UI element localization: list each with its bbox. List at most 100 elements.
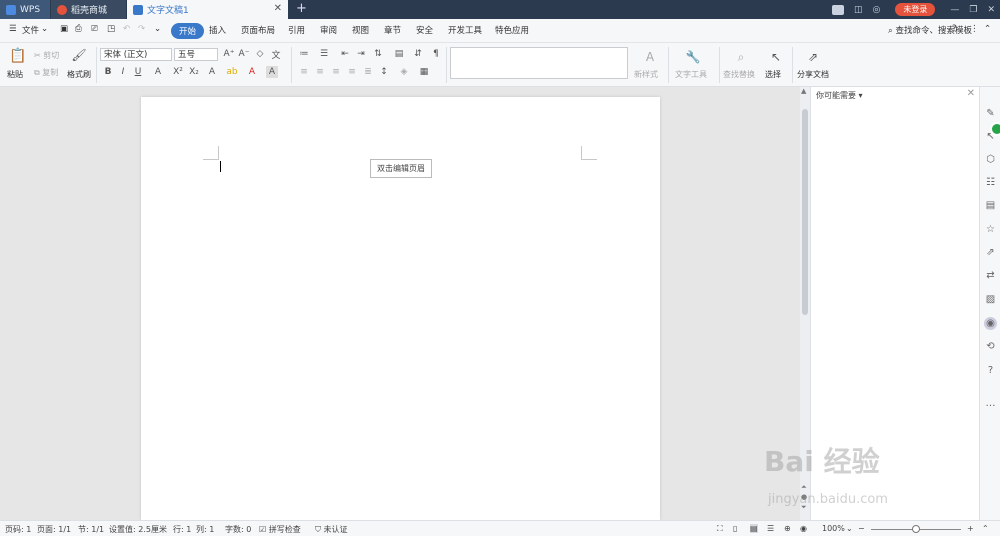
status-column[interactable]: 列: 1 <box>196 524 214 535</box>
status-section[interactable]: 节: 1/1 <box>78 524 104 535</box>
menu-insert[interactable]: 插入 <box>209 24 226 36</box>
chinese-layout-icon[interactable]: ▤ <box>393 48 405 60</box>
style-gallery[interactable] <box>450 47 628 79</box>
certification-status[interactable]: ⛉ 未认证 <box>315 524 348 535</box>
text-effect-icon[interactable]: A <box>206 66 218 78</box>
zoom-out-icon[interactable]: − <box>858 524 865 533</box>
close-pane-icon[interactable]: ✕ <box>967 88 975 99</box>
font-size-select[interactable]: 五号 <box>174 48 218 61</box>
align-right-icon[interactable]: ≡ <box>330 66 342 78</box>
close-window-icon[interactable]: ✕ <box>987 5 995 15</box>
status-setting[interactable]: 设置值: 2.5厘米 <box>109 524 167 535</box>
menu-chapter[interactable]: 章节 <box>384 24 401 36</box>
bullets-icon[interactable]: ≔ <box>298 48 310 60</box>
highlight-icon[interactable]: ab <box>226 66 238 78</box>
grow-font-icon[interactable]: A⁺ <box>223 48 235 60</box>
tab-wps-home[interactable]: WPS <box>0 0 50 19</box>
document-page[interactable]: 双击编辑页眉 <box>141 97 660 520</box>
bag-icon[interactable]: ◎ <box>873 5 881 15</box>
zoom-slider-knob[interactable] <box>912 525 920 533</box>
image-icon[interactable]: ▨ <box>984 293 997 306</box>
align-left-icon[interactable]: ≡ <box>298 66 310 78</box>
help-icon[interactable]: ? <box>952 24 957 34</box>
sort-icon[interactable]: ⇵ <box>412 48 424 60</box>
subscript-icon[interactable]: X₂ <box>188 66 200 78</box>
clear-format-icon[interactable]: ◇ <box>254 48 266 60</box>
status-word-count[interactable]: 字数: 0 <box>225 524 251 535</box>
read-mode-icon[interactable]: ▯ <box>733 524 737 533</box>
text-tools-icon[interactable]: 🔧 <box>685 49 701 65</box>
font-name-select[interactable]: 宋体 (正文) <box>100 48 172 61</box>
text-direction-icon[interactable]: ⇅ <box>372 48 384 60</box>
superscript-icon[interactable]: X² <box>172 66 184 78</box>
share-icon[interactable]: ⇗ <box>805 49 821 65</box>
char-shading-icon[interactable]: A <box>266 66 278 78</box>
minimize-icon[interactable]: — <box>950 5 959 15</box>
find-replace-button[interactable]: 查找替换 <box>723 69 755 80</box>
underline-icon[interactable]: U <box>132 66 144 78</box>
status-page-number[interactable]: 页码: 1 <box>5 524 31 535</box>
chevron-down-icon[interactable]: ⌄ <box>41 24 48 34</box>
status-expand-icon[interactable]: ⌃ <box>982 524 989 533</box>
format-painter-button[interactable]: 格式刷 <box>67 69 91 80</box>
restore-icon[interactable]: ❐ <box>969 5 977 15</box>
document-icon[interactable]: ▤ <box>984 199 997 212</box>
zoom-in-icon[interactable]: + <box>967 524 974 533</box>
menu-home[interactable]: 开始 <box>171 23 205 39</box>
web-view-icon[interactable]: ⊕ <box>784 524 791 533</box>
sync-icon[interactable]: ⇄ <box>984 269 997 282</box>
status-pages[interactable]: 页面: 1/1 <box>37 524 71 535</box>
spell-check-button[interactable]: ☑ 拼写检查 <box>259 524 301 535</box>
star-icon[interactable]: ☆ <box>984 223 997 236</box>
shrink-font-icon[interactable]: A⁻ <box>238 48 250 60</box>
copy-button[interactable]: ⧉ 复制 <box>34 67 58 78</box>
plus-badge-icon[interactable] <box>990 122 1000 136</box>
find-icon[interactable]: ⌕ <box>733 49 749 65</box>
outline-view-icon[interactable]: ☰ <box>767 524 774 533</box>
distributed-icon[interactable]: ≣ <box>362 66 374 78</box>
status-row[interactable]: 行: 1 <box>173 524 191 535</box>
phonetic-icon[interactable]: 文 <box>270 48 282 61</box>
menu-view[interactable]: 视图 <box>352 24 369 36</box>
redo-icon[interactable]: ↷ <box>138 24 145 34</box>
numbering-icon[interactable]: ☰ <box>318 48 330 60</box>
menu-references[interactable]: 引用 <box>288 24 305 36</box>
menu-file[interactable]: 文件 <box>22 24 39 36</box>
pen-icon[interactable]: ✎ <box>984 107 997 120</box>
paste-button[interactable]: 粘贴 <box>7 69 23 80</box>
eye-protect-icon[interactable]: ◉ <box>800 524 807 533</box>
more-icon[interactable]: ⋮ <box>970 24 979 34</box>
menu-special[interactable]: 特色应用 <box>495 24 529 36</box>
print-preview-icon[interactable]: ◳ <box>107 24 115 34</box>
menu-security[interactable]: 安全 <box>416 24 433 36</box>
print-icon[interactable]: ⎚ <box>91 24 98 34</box>
italic-icon[interactable]: I <box>117 66 129 78</box>
scrollbar-thumb[interactable] <box>802 109 808 315</box>
menu-page-layout[interactable]: 页面布局 <box>241 24 275 36</box>
show-marks-icon[interactable]: ¶ <box>430 48 442 60</box>
customize-icon[interactable]: ⌄ <box>154 24 161 34</box>
collapse-ribbon-icon[interactable]: ⌃ <box>984 24 991 34</box>
new-style-button[interactable]: 新样式 <box>634 69 658 80</box>
new-style-icon[interactable]: A <box>642 49 658 65</box>
line-spacing-icon[interactable]: ↕ <box>378 66 390 78</box>
record-icon[interactable]: ◉ <box>984 317 997 330</box>
share-document-button[interactable]: 分享文档 <box>797 69 829 80</box>
side-pane-title[interactable]: 你可能需要 ▾ <box>816 90 863 101</box>
tab-docer-shop[interactable]: 稻壳商城 <box>51 0 126 19</box>
page-view-icon[interactable]: ▤ <box>750 524 758 533</box>
decrease-indent-icon[interactable]: ⇤ <box>339 48 351 60</box>
strikethrough-icon[interactable]: A <box>152 66 164 78</box>
close-tab-icon[interactable]: ✕ <box>274 3 282 14</box>
zoom-menu-icon[interactable]: ⌄ <box>846 524 853 533</box>
format-painter-icon[interactable]: 🖌 <box>71 47 87 63</box>
shading-icon[interactable]: ◈ <box>398 66 410 78</box>
align-center-icon[interactable]: ≡ <box>314 66 326 78</box>
text-tools-button[interactable]: 文字工具 <box>675 69 707 80</box>
more-tools-icon[interactable]: … <box>984 397 997 410</box>
export-pdf-icon[interactable]: ⎙ <box>75 24 82 34</box>
login-button[interactable]: 未登录 <box>895 3 936 16</box>
adjust-icon[interactable]: ☷ <box>984 176 997 189</box>
menu-developer[interactable]: 开发工具 <box>448 24 482 36</box>
command-search[interactable]: ⌕ 查找命令、搜索模板 <box>888 24 972 36</box>
